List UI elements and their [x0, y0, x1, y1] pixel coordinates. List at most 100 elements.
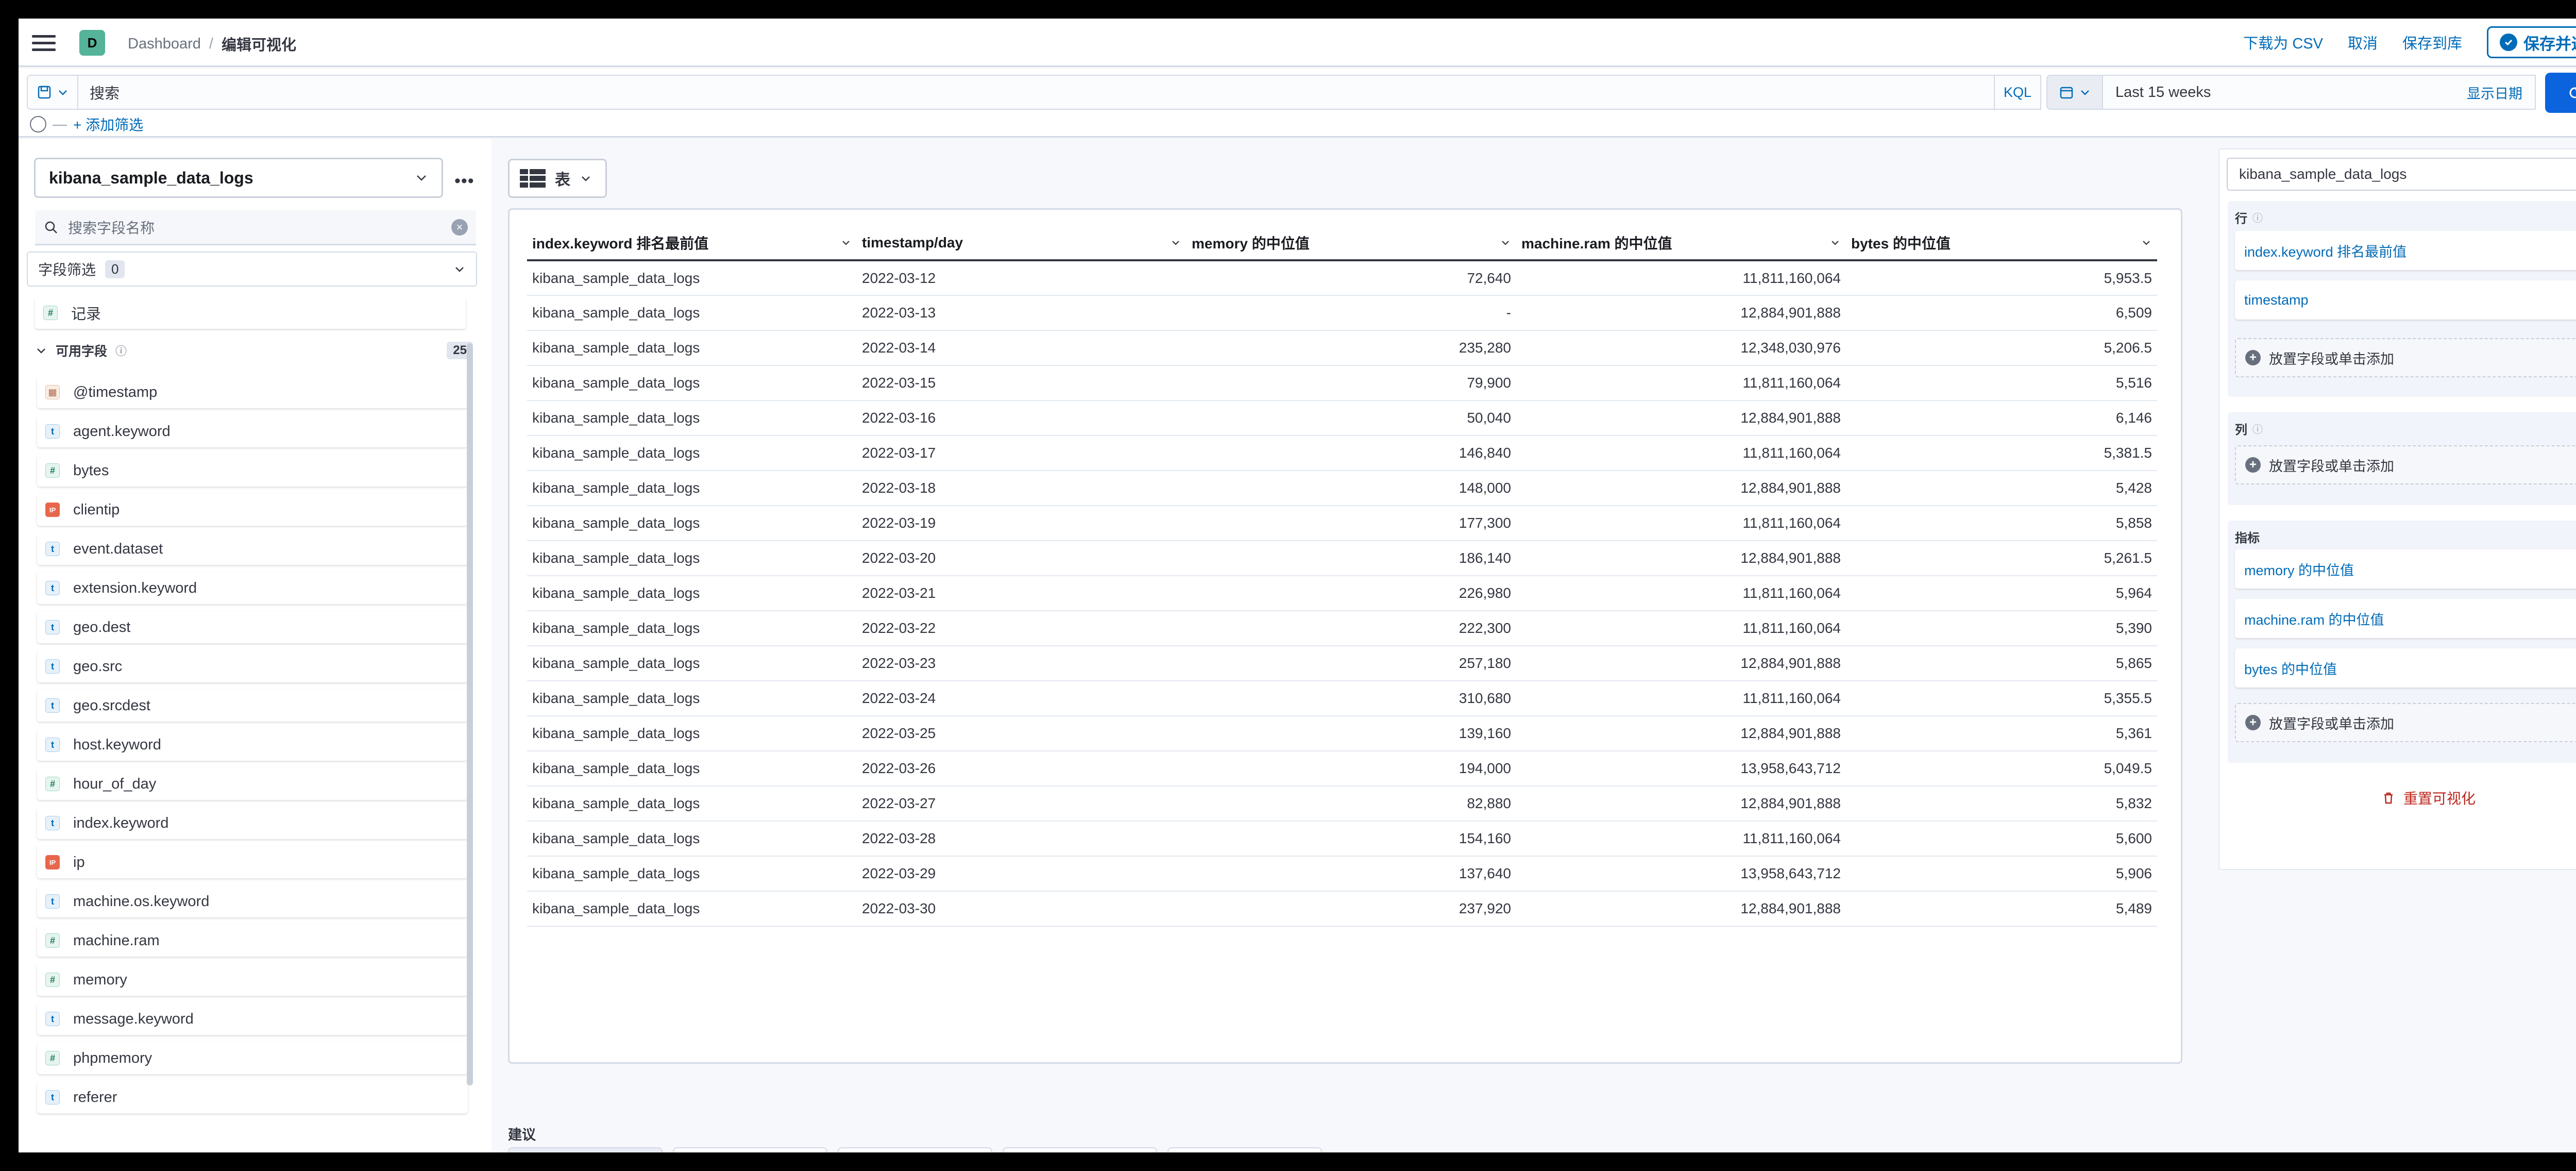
breadcrumb-dashboard[interactable]: Dashboard: [128, 36, 201, 53]
records-field[interactable]: # 记录: [35, 297, 466, 329]
chevron-down-icon[interactable]: [1170, 237, 1181, 248]
suggestion-card[interactable]: [838, 1147, 992, 1152]
column-header[interactable]: timestamp/day: [857, 226, 1187, 261]
chevron-down-icon[interactable]: [840, 237, 852, 248]
table-cell: kibana_sample_data_logs: [527, 786, 857, 822]
config-index-pattern-select[interactable]: kibana_sample_data_logs: [2227, 158, 2576, 191]
field-item[interactable]: t host.keyword: [37, 729, 468, 761]
search-input[interactable]: 搜索: [78, 75, 1995, 110]
filter-menu-icon[interactable]: [30, 116, 46, 132]
table-cell: kibana_sample_data_logs: [527, 330, 857, 366]
space-avatar[interactable]: D: [79, 30, 105, 56]
table-cell: 12,884,901,888: [1516, 646, 1846, 681]
table-cell: 2022-03-16: [857, 400, 1187, 436]
table-cell: 137,640: [1187, 856, 1516, 892]
sidebar-scrollbar[interactable]: [467, 343, 473, 1085]
field-name: extension.keyword: [73, 579, 197, 596]
field-item[interactable]: t index.keyword: [37, 807, 468, 839]
table-cell: 12,884,901,888: [1516, 400, 1846, 436]
add-filter-button[interactable]: + 添加筛选: [73, 114, 143, 135]
table-cell: 2022-03-25: [857, 716, 1187, 751]
field-item[interactable]: t message.keyword: [37, 1003, 468, 1035]
row-dimension-label: index.keyword 排名最前值: [2244, 244, 2407, 260]
field-item[interactable]: # bytes: [37, 455, 468, 487]
field-item[interactable]: # machine.ram: [37, 925, 468, 957]
saved-query-button[interactable]: [27, 75, 78, 110]
field-item[interactable]: t agent.keyword: [37, 415, 468, 447]
filter-divider: —: [53, 116, 67, 132]
suggestion-card[interactable]: [1167, 1147, 1322, 1152]
field-item[interactable]: # phpmemory: [37, 1042, 468, 1074]
table-cell: 226,980: [1187, 576, 1516, 611]
table-cell: kibana_sample_data_logs: [527, 260, 857, 296]
metrics-group: 指标 memory 的中位值 × machine.ram 的中位值 × byte…: [2228, 521, 2576, 763]
save-and-return-label: 保存并返回: [2523, 35, 2576, 53]
show-dates-button[interactable]: 显示日期: [2467, 82, 2522, 103]
field-search-input[interactable]: 搜索字段名称 ×: [35, 210, 476, 245]
chevron-down-icon[interactable]: [2141, 237, 2152, 248]
suggestion-card[interactable]: [508, 1147, 663, 1152]
check-icon: [2500, 34, 2517, 51]
download-csv-button[interactable]: 下载为 CSV: [2243, 31, 2323, 53]
field-item[interactable]: ▦ @timestamp: [37, 376, 468, 408]
rows-drop-zone[interactable]: + 放置字段或单击添加: [2235, 338, 2576, 377]
table-cell: 2022-03-29: [857, 856, 1187, 892]
field-item[interactable]: t geo.srcdest: [37, 690, 468, 722]
chevron-down-icon: [2081, 90, 2089, 95]
menu-icon[interactable]: [32, 31, 56, 55]
quick-date-button[interactable]: [2046, 75, 2103, 110]
date-range-field[interactable]: Last 15 weeks 显示日期: [2103, 75, 2536, 110]
field-item[interactable]: # hour_of_day: [37, 768, 468, 800]
metric-machine-ram-median[interactable]: machine.ram 的中位值 ×: [2235, 599, 2576, 638]
drop-zone-label: 放置字段或单击添加: [2269, 716, 2394, 732]
column-header[interactable]: machine.ram 的中位值: [1516, 226, 1846, 261]
save-to-library-button[interactable]: 保存到库: [2402, 31, 2462, 53]
field-item[interactable]: t geo.src: [37, 650, 468, 682]
table-cell: 310,680: [1187, 681, 1516, 716]
available-fields-header[interactable]: 可用字段 ⓘ 25: [35, 336, 473, 365]
cancel-button[interactable]: 取消: [2348, 31, 2378, 53]
suggestion-card[interactable]: [673, 1147, 827, 1152]
field-item[interactable]: t machine.os.keyword: [37, 885, 468, 917]
chevron-down-icon[interactable]: [1829, 237, 1841, 248]
refresh-button[interactable]: 刷新: [2545, 73, 2576, 113]
field-item[interactable]: t event.dataset: [37, 533, 468, 565]
kql-language-button[interactable]: KQL: [1995, 75, 2041, 110]
save-and-return-button[interactable]: 保存并返回: [2487, 26, 2576, 58]
reset-visualization-button[interactable]: 重置可视化: [2219, 788, 2576, 808]
suggestion-card[interactable]: [1003, 1147, 1157, 1152]
table-row: kibana_sample_data_logs 2022-03-21 226,980…: [527, 576, 2157, 611]
vis-type-switcher[interactable]: 表: [508, 159, 607, 198]
field-filter-count: 0: [105, 260, 125, 278]
column-header[interactable]: memory 的中位值: [1187, 226, 1516, 261]
field-item[interactable]: t referer: [37, 1081, 468, 1113]
metric-bytes-median[interactable]: bytes 的中位值 ×: [2235, 648, 2576, 688]
field-name: ip: [73, 854, 85, 871]
field-name: bytes: [73, 462, 109, 479]
date-range-value: Last 15 weeks: [2115, 83, 2211, 101]
columns-drop-zone[interactable]: + 放置字段或单击添加: [2235, 445, 2576, 484]
more-options-icon[interactable]: •••: [454, 171, 474, 191]
string-field-icon: t: [45, 816, 60, 830]
row-dimension-timestamp[interactable]: timestamp ×: [2235, 280, 2576, 320]
chevron-down-icon: [582, 176, 590, 181]
metric-memory-median[interactable]: memory 的中位值 ×: [2235, 549, 2576, 589]
column-header[interactable]: index.keyword 排名最前值: [527, 226, 857, 261]
chevron-down-icon[interactable]: [1500, 237, 1511, 248]
metrics-label: 指标: [2235, 531, 2260, 545]
field-item[interactable]: t extension.keyword: [37, 572, 468, 604]
field-filter-toggle[interactable]: 字段筛选 0: [27, 252, 477, 287]
clear-search-icon[interactable]: ×: [451, 219, 468, 236]
metrics-drop-zone[interactable]: + 放置字段或单击添加: [2235, 703, 2576, 742]
field-item[interactable]: IP ip: [37, 846, 468, 878]
field-item[interactable]: IP clientip: [37, 494, 468, 526]
field-sidebar: kibana_sample_data_logs ••• 搜索字段名称 × 字段筛…: [19, 139, 492, 1152]
table-cell: 2022-03-30: [857, 891, 1187, 927]
column-header[interactable]: bytes 的中位值: [1846, 226, 2157, 261]
row-dimension-index-keyword[interactable]: index.keyword 排名最前值 ×: [2235, 231, 2576, 270]
index-pattern-select[interactable]: kibana_sample_data_logs: [34, 158, 443, 198]
field-item[interactable]: # memory: [37, 964, 468, 996]
field-item[interactable]: t geo.dest: [37, 611, 468, 643]
table-row: kibana_sample_data_logs 2022-03-12 72,640 1…: [527, 260, 2157, 296]
table-cell: 11,811,160,064: [1516, 576, 1846, 611]
